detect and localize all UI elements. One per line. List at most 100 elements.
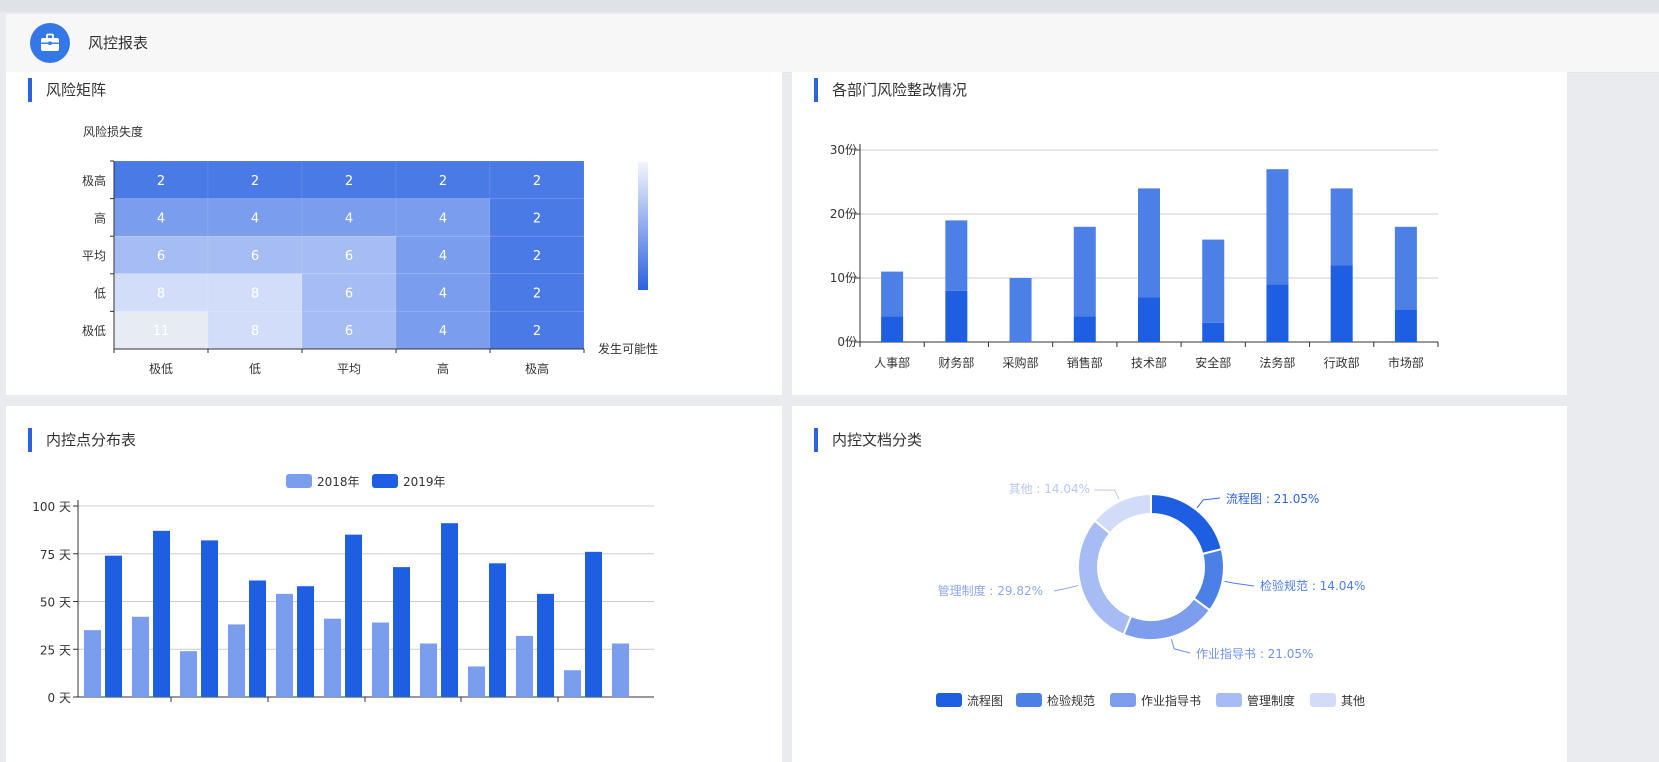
bar-2019[interactable]	[537, 593, 554, 697]
heatmap-cell-value: 2	[157, 174, 165, 189]
y-tick-label: 50 天	[40, 596, 71, 610]
bar-2019[interactable]	[489, 563, 506, 697]
y-axis-name: 风险损失度	[83, 124, 143, 139]
donut-slice[interactable]	[1150, 492, 1223, 556]
slice-label-line	[1196, 497, 1221, 509]
legend-swatch[interactable]	[286, 474, 312, 488]
heatmap-cell-value: 2	[533, 174, 541, 189]
legend-label[interactable]: 检验规范	[1047, 693, 1095, 708]
bar-2018[interactable]	[132, 616, 149, 697]
slice-label: 管理制度 : 29.82%	[938, 583, 1043, 598]
y-tick-label: 0份	[837, 335, 857, 349]
bar-2018[interactable]	[372, 622, 389, 697]
bar-2019[interactable]	[441, 523, 458, 697]
bar-2018[interactable]	[516, 635, 533, 697]
bar-2018[interactable]	[468, 666, 485, 697]
bar-total[interactable]	[1073, 226, 1096, 317]
bar-2019[interactable]	[297, 586, 314, 697]
bar-total[interactable]	[1266, 169, 1289, 285]
x-tick-label: 高	[437, 361, 449, 376]
donut-slice[interactable]	[1093, 492, 1152, 535]
bar-rectified[interactable]	[1138, 297, 1160, 342]
bar-2019[interactable]	[105, 555, 122, 697]
internal-control-panel: 内控点分布表 0 天 25 天 50 天 75 天 100 天 2018年 2019年	[6, 406, 782, 762]
bar-2018[interactable]	[276, 593, 293, 697]
x-tick-label: 安全部	[1195, 355, 1231, 370]
bar-2018[interactable]	[420, 643, 437, 697]
heatmap-cell-value: 11	[153, 324, 170, 339]
briefcase-icon	[30, 23, 70, 63]
bar-2019[interactable]	[393, 567, 410, 697]
donut-slice[interactable]	[1122, 596, 1212, 641]
bar-2018[interactable]	[612, 643, 629, 697]
bar-2018[interactable]	[324, 618, 341, 697]
x-tick-label: 人事部	[874, 355, 910, 370]
bar-rectified[interactable]	[1330, 265, 1353, 342]
risk-matrix-panel: 风险矩阵 2 2 2 2 2 4 4 4 4 2 6 6 6 4 2 8 8 6 4 2 11 8 6 4 2 极高高平均低极低极…	[6, 72, 782, 395]
bar-rectified[interactable]	[1202, 322, 1225, 342]
heatmap-cell-value: 6	[345, 324, 353, 339]
legend-swatch[interactable]	[372, 474, 398, 488]
legend-label[interactable]: 其他	[1341, 694, 1365, 708]
x-tick-label: 极低	[149, 362, 173, 376]
slice-label-line	[1053, 584, 1079, 592]
x-tick-label: 行政部	[1324, 355, 1360, 370]
bar-total[interactable]	[881, 271, 904, 317]
bar-2019[interactable]	[585, 551, 602, 697]
bar-total[interactable]	[1394, 226, 1417, 310]
x-tick-label: 平均	[337, 362, 361, 376]
donut-slice[interactable]	[1077, 519, 1133, 636]
y-tick-label: 极低	[82, 324, 106, 338]
heatmap-cell-value: 4	[251, 211, 259, 226]
bar-rectified[interactable]	[945, 290, 968, 342]
legend-swatch[interactable]	[1216, 693, 1242, 707]
y-tick-label: 25 天	[40, 643, 71, 657]
legend-swatch[interactable]	[936, 693, 962, 707]
heatmap-cell-value: 8	[251, 287, 259, 302]
bar-rectified[interactable]	[1394, 310, 1417, 342]
bar-2018[interactable]	[564, 670, 581, 697]
bar-total[interactable]	[1009, 278, 1032, 342]
bar-total[interactable]	[1202, 239, 1225, 323]
legend-label[interactable]: 2019年	[403, 475, 446, 489]
slice-label-line	[1170, 639, 1191, 654]
bar-rectified[interactable]	[1266, 284, 1289, 342]
bar-2019[interactable]	[153, 530, 170, 697]
bar-2018[interactable]	[84, 630, 101, 697]
bar-total[interactable]	[1138, 188, 1160, 298]
x-tick-label: 财务部	[938, 355, 974, 370]
legend-swatch[interactable]	[1310, 693, 1336, 707]
bar-2018[interactable]	[180, 651, 197, 697]
heatmap-cell-value: 4	[345, 211, 353, 226]
legend-swatch[interactable]	[1016, 693, 1042, 707]
legend-swatch[interactable]	[1110, 693, 1136, 707]
page-header: 风控报表	[6, 14, 1659, 73]
legend-label[interactable]: 管理制度	[1247, 693, 1295, 708]
bar-total[interactable]	[945, 220, 968, 291]
bar-total[interactable]	[1330, 188, 1353, 266]
y-tick-label: 100 天	[32, 500, 71, 514]
x-tick-label: 采购部	[1003, 355, 1039, 370]
legend-label[interactable]: 作业指导书	[1141, 693, 1201, 708]
legend-label[interactable]: 2018年	[317, 475, 360, 489]
x-tick-label: 销售部	[1067, 355, 1103, 370]
risk-matrix-chart: 2 2 2 2 24 4 4 4 26 6 6 4 28 8 6 4 211 8 6 4 2极高高平均低极低极低低平均高…	[82, 124, 658, 376]
heatmap-cell-value: 8	[157, 287, 165, 302]
y-tick-label: 30份	[830, 143, 857, 157]
x-axis-name: 发生可能性	[598, 341, 658, 356]
bar-2019[interactable]	[345, 534, 362, 697]
bar-rectified[interactable]	[1073, 316, 1096, 342]
bar-2018[interactable]	[228, 624, 245, 697]
y-tick-label: 20份	[830, 207, 857, 221]
dept-rectification-chart: 0份 10份 20份 30份人事部 财务部 采购部 销售部 技术部 安全部 法务部 行政部 市场部	[830, 143, 1439, 370]
page-title: 风控报表	[88, 34, 149, 52]
y-tick-label: 高	[94, 210, 106, 225]
bar-2019[interactable]	[249, 580, 266, 697]
legend-label[interactable]: 流程图	[967, 693, 1003, 708]
visual-map-slider[interactable]	[638, 162, 648, 290]
x-tick-label: 极高	[525, 361, 549, 376]
heatmap-cell-value: 8	[251, 324, 259, 339]
bar-2019[interactable]	[201, 540, 218, 697]
slice-label: 检验规范 : 14.04%	[1260, 578, 1365, 593]
bar-rectified[interactable]	[881, 316, 904, 342]
